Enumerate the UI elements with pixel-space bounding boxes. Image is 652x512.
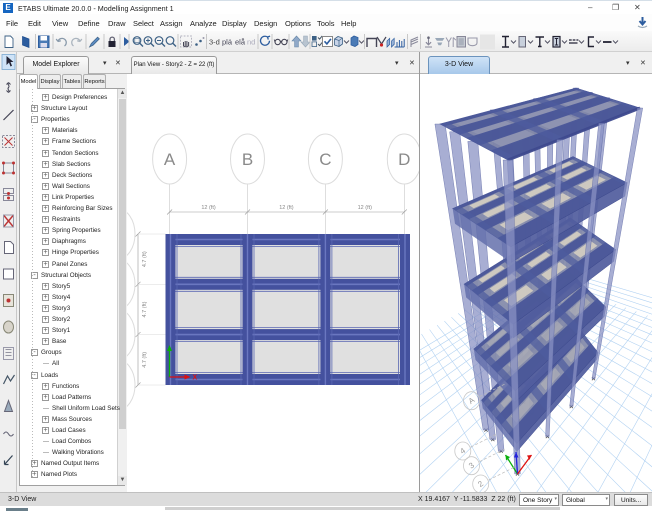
- svg-text:3-d: 3-d: [209, 38, 220, 47]
- svg-text:A: A: [164, 150, 176, 169]
- svg-text:12 (ft): 12 (ft): [279, 205, 294, 211]
- svg-text:C: C: [319, 150, 331, 169]
- svg-text:X: X: [193, 375, 198, 382]
- svg-text:2: 2: [476, 479, 485, 489]
- svg-text:12 (ft): 12 (ft): [358, 205, 373, 211]
- svg-text:A: A: [467, 395, 477, 406]
- svg-text:B: B: [242, 150, 253, 169]
- svg-text:nd: nd: [247, 38, 255, 47]
- svg-text:plä: plä: [222, 38, 233, 47]
- svg-text:4.7 (ft): 4.7 (ft): [142, 352, 148, 368]
- svg-text:4.7 (ft): 4.7 (ft): [142, 251, 148, 267]
- svg-text:12 (ft): 12 (ft): [201, 205, 216, 211]
- svg-text:D: D: [398, 150, 410, 169]
- svg-text:3: 3: [467, 460, 476, 470]
- svg-text:4.7 (ft): 4.7 (ft): [142, 301, 148, 317]
- svg-text:elẵ: elẵ: [235, 38, 246, 47]
- svg-text:4: 4: [458, 446, 467, 456]
